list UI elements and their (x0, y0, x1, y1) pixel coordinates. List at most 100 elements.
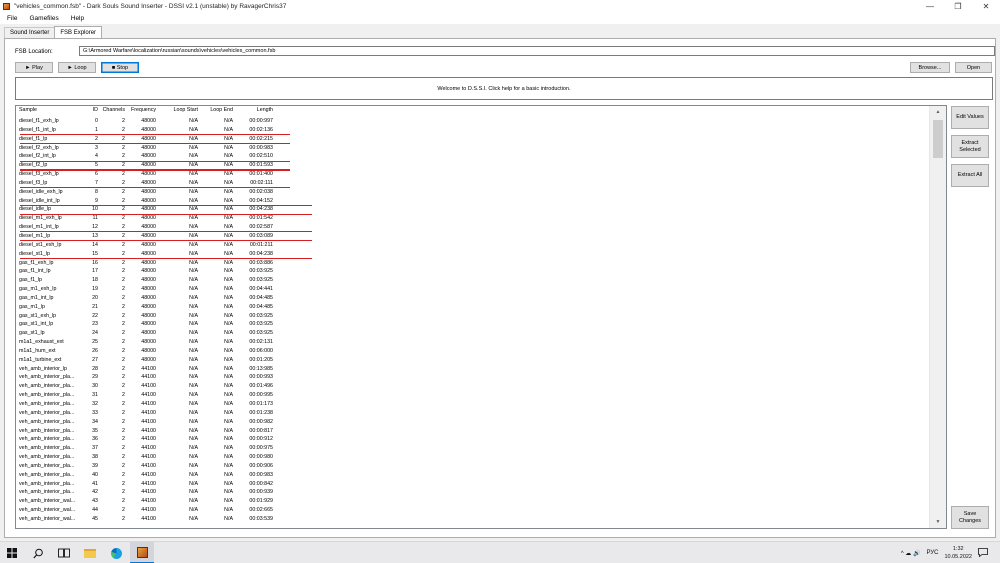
edit-values-button[interactable]: Edit Values (951, 106, 989, 129)
table-row[interactable]: veh_amb_interior_pla... 41 2 44100 N/A N/A 00:… (16, 480, 930, 489)
table-row[interactable]: veh_amb_interior_pla... 33 2 44100 N/A N/A 00:… (16, 409, 930, 418)
table-row[interactable]: veh_amb_interior_pla... 32 2 44100 N/A N/A 00:… (16, 400, 930, 409)
extract-all-button[interactable]: Extract All (951, 164, 989, 187)
table-row[interactable]: m1a1_exhaust_ext 25 2 48000 N/A N/A 00:02:131 (16, 338, 930, 347)
table-row[interactable]: veh_amb_interior_pla... 29 2 44100 N/A N/A 00:… (16, 373, 930, 382)
table-row[interactable]: diesel_f1_exh_lp 0 2 48000 N/A N/A 00:00:997 (16, 117, 930, 126)
cell-frequency: 48000 (141, 215, 156, 222)
column-header-sample[interactable]: Sample (16, 106, 82, 115)
table-row[interactable]: gas_f1_lp 18 2 48000 N/A N/A 00:03:925 (16, 276, 930, 285)
table-row[interactable]: veh_amb_interior_lp 28 2 44100 N/A N/A 00:13:9… (16, 365, 930, 374)
table-row[interactable]: diesel_m1_lp 13 2 48000 N/A N/A 00:03:089 (16, 232, 930, 242)
column-header-id[interactable]: ID (82, 106, 100, 115)
table-row[interactable]: gas_m1_int_lp 20 2 48000 N/A N/A 00:04:485 (16, 294, 930, 303)
language-indicator[interactable]: РУС (926, 550, 938, 556)
table-row[interactable]: gas_f1_int_lp 17 2 48000 N/A N/A 00:03:925 (16, 267, 930, 276)
browse-button[interactable]: Browse... (910, 62, 950, 73)
cell-loop-end: N/A (224, 277, 233, 284)
search-icon[interactable] (26, 542, 50, 563)
cell-sample: veh_amb_interior_pla... (19, 480, 75, 487)
menu-file[interactable]: File (0, 15, 22, 22)
table-row[interactable]: veh_amb_interior_pla... 30 2 44100 N/A N/A 00:… (16, 382, 930, 391)
dssi-app-icon[interactable] (130, 542, 154, 563)
table-row[interactable]: diesel_idle_int_lp 9 2 48000 N/A N/A 00:04:152 (16, 197, 930, 206)
table-row[interactable]: m1a1_turbine_ext 27 2 48000 N/A N/A 00:01:205 (16, 356, 930, 365)
table-row[interactable]: gas_m1_exh_lp 19 2 48000 N/A N/A 00:04:441 (16, 285, 930, 294)
clock[interactable]: 1:32 10.05.2022 (944, 545, 972, 561)
menu-help[interactable]: Help (64, 15, 89, 22)
table-row[interactable]: veh_amb_interior_pla... 35 2 44100 N/A N/A 00:… (16, 427, 930, 436)
table-row[interactable]: diesel_st1_lp 15 2 48000 N/A N/A 00:04:238 (16, 250, 930, 259)
table-row[interactable]: veh_amb_interior_wal... 44 2 44100 N/A N/A 00:… (16, 506, 930, 515)
close-button[interactable]: ✕ (972, 0, 1000, 12)
table-row[interactable]: veh_amb_interior_wal... 43 2 44100 N/A N/A 00:… (16, 497, 930, 506)
table-row[interactable]: m1a1_hum_ext 26 2 48000 N/A N/A 00:06:000 (16, 347, 930, 356)
scroll-down-icon[interactable]: ▼ (930, 516, 946, 528)
cell-sample: diesel_f2_exh_lp (19, 144, 59, 151)
table-row[interactable]: gas_st1_int_lp 23 2 48000 N/A N/A 00:03:925 (16, 320, 930, 329)
loop-button[interactable]: ► Loop (58, 62, 96, 73)
table-row[interactable]: diesel_m1_exh_lp 11 2 48000 N/A N/A 00:01:542 (16, 214, 930, 223)
table-row[interactable]: gas_st1_exh_lp 22 2 48000 N/A N/A 00:03:925 (16, 312, 930, 321)
menu-gamefiles[interactable]: Gamefiles (22, 15, 63, 22)
table-row[interactable]: gas_f1_exh_lp 16 2 48000 N/A N/A 00:03:886 (16, 259, 930, 268)
extract-selected-button[interactable]: Extract Selected (951, 135, 989, 158)
table-row[interactable]: gas_st1_lp 24 2 48000 N/A N/A 00:03:925 (16, 329, 930, 338)
column-header-channels[interactable]: Channels (100, 106, 127, 115)
table-row[interactable]: diesel_f2_lp 5 2 48000 N/A N/A 00:01:593 (16, 161, 930, 171)
cell-sample: veh_amb_interior_wal... (19, 515, 76, 522)
edge-browser-icon[interactable] (104, 542, 128, 563)
table-row[interactable]: diesel_f1_int_lp 1 2 48000 N/A N/A 00:02:136 (16, 126, 930, 136)
scroll-up-icon[interactable]: ▲ (930, 106, 946, 118)
minimize-button[interactable]: — (916, 0, 944, 12)
table-row[interactable]: diesel_m1_int_lp 12 2 48000 N/A N/A 00:02:587 (16, 223, 930, 233)
table-row[interactable]: diesel_f3_lp 7 2 48000 N/A N/A 00:02:111 (16, 179, 930, 189)
cell-loop-start: N/A (189, 144, 198, 151)
table-row[interactable]: veh_amb_interior_pla... 37 2 44100 N/A N/A 00:… (16, 444, 930, 453)
windows-start-icon[interactable] (0, 542, 24, 563)
task-view-icon[interactable] (52, 542, 76, 563)
title-bar: "vehicles_common.fsb" - Dark Souls Sound… (0, 0, 1000, 12)
column-header-loop-start[interactable]: Loop Start (158, 106, 200, 115)
column-header-length[interactable]: Length (235, 106, 275, 115)
scroll-thumb[interactable] (933, 120, 943, 158)
save-changes-button[interactable]: Save Changes (951, 506, 989, 529)
notification-icon[interactable] (978, 547, 988, 559)
cell-channels: 2 (122, 277, 125, 284)
stop-button[interactable]: ■ Stop (101, 62, 139, 73)
sample-list[interactable]: Sample ID Channels Frequency Loop Start … (15, 105, 947, 529)
vertical-scrollbar[interactable]: ▲ ▼ (929, 106, 946, 528)
table-row[interactable]: veh_amb_interior_pla... 39 2 44100 N/A N/A 00:… (16, 462, 930, 471)
table-row[interactable]: diesel_f1_lp 2 2 48000 N/A N/A 00:02:215 (16, 135, 930, 145)
cell-channels: 2 (122, 303, 125, 310)
table-row[interactable]: gas_m1_lp 21 2 48000 N/A N/A 00:04:485 (16, 303, 930, 312)
table-row[interactable]: veh_amb_interior_pla... 31 2 44100 N/A N/A 00:… (16, 391, 930, 400)
table-row[interactable]: veh_amb_interior_pla... 40 2 44100 N/A N/A 00:… (16, 471, 930, 480)
table-row[interactable]: diesel_f3_exh_lp 6 2 48000 N/A N/A 00:01:400 (16, 170, 930, 179)
table-row[interactable]: diesel_f2_int_lp 4 2 48000 N/A N/A 00:02:510 (16, 152, 930, 162)
play-button[interactable]: ► Play (15, 62, 53, 73)
cell-sample: diesel_idle_exh_lp (19, 188, 63, 195)
fsb-location-input[interactable]: G:\Armored Warfare\localization\russian\… (79, 46, 995, 56)
table-row[interactable]: veh_amb_interior_pla... 36 2 44100 N/A N/A 00:… (16, 435, 930, 444)
cell-channels: 2 (122, 498, 125, 505)
table-row[interactable]: veh_amb_interior_wal... 45 2 44100 N/A N/A 00:… (16, 515, 930, 524)
table-row[interactable]: diesel_idle_lp 10 2 48000 N/A N/A 00:04:238 (16, 205, 930, 215)
open-button[interactable]: Open (955, 62, 992, 73)
table-row[interactable]: veh_amb_interior_pla... 42 2 44100 N/A N/A 00:… (16, 488, 930, 497)
tray-icons[interactable]: ^ ☁ 🔊 (901, 550, 921, 557)
column-header-frequency[interactable]: Frequency (127, 106, 158, 115)
cell-loop-start: N/A (189, 401, 198, 407)
table-row[interactable]: diesel_f2_exh_lp 3 2 48000 N/A N/A 00:00:983 (16, 144, 930, 153)
table-row[interactable]: veh_amb_interior_pla... 38 2 44100 N/A N/A 00:… (16, 453, 930, 462)
table-row[interactable]: diesel_idle_exh_lp 8 2 48000 N/A N/A 00:02:038 (16, 188, 930, 197)
cell-channels: 2 (122, 188, 125, 195)
cell-sample: gas_m1_lp (19, 303, 45, 310)
tab-sound-inserter[interactable]: Sound Inserter (4, 27, 56, 38)
table-row[interactable]: veh_amb_interior_pla... 34 2 44100 N/A N/A 00:… (16, 418, 930, 427)
column-header-loop-end[interactable]: Loop End (200, 106, 235, 115)
maximize-button[interactable]: ❐ (944, 0, 972, 12)
file-explorer-icon[interactable] (78, 542, 102, 563)
tab-fsb-explorer[interactable]: FSB Explorer (54, 26, 103, 38)
table-row[interactable]: diesel_st1_exh_lp 14 2 48000 N/A N/A 00:01:211 (16, 241, 930, 250)
